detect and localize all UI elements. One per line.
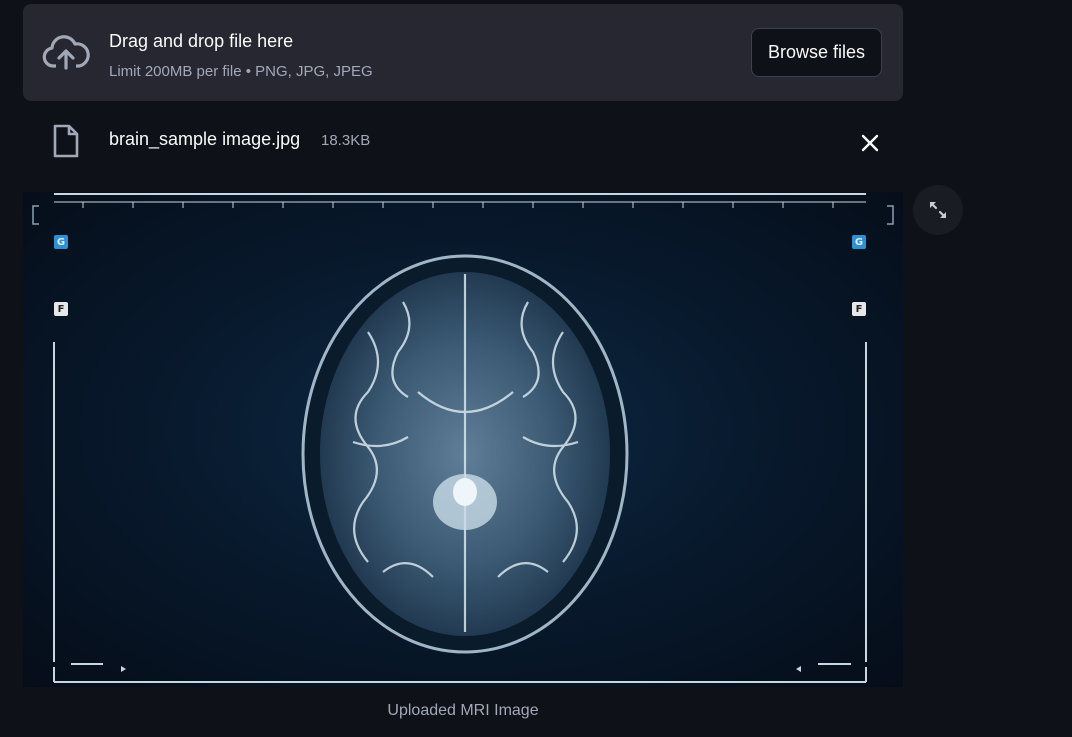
- mri-image: G G F F: [23, 192, 903, 687]
- dropzone-title: Drag and drop file here: [109, 31, 294, 51]
- browse-files-button[interactable]: Browse files: [751, 28, 882, 77]
- mri-scan-graphic: [32, 193, 894, 683]
- file-size: 18.3KB: [321, 132, 371, 149]
- overlay-tag-f-right: F: [852, 302, 866, 316]
- fullscreen-button[interactable]: [913, 185, 963, 235]
- dropzone-limit-text: Limit 200MB per file • PNG, JPG, JPEG: [109, 63, 373, 80]
- overlay-tag-f-left: F: [54, 302, 68, 316]
- fullscreen-icon: [929, 201, 947, 219]
- file-icon: [53, 124, 79, 158]
- cloud-upload-icon: [42, 35, 90, 70]
- file-dropzone[interactable]: Drag and drop file here Limit 200MB per …: [23, 4, 903, 101]
- image-caption: Uploaded MRI Image: [387, 702, 539, 719]
- overlay-tag-g-right: G: [852, 235, 866, 249]
- overlay-tag-g-left: G: [54, 235, 68, 249]
- uploaded-file-item: brain_sample image.jpg 18.3KB: [23, 118, 903, 166]
- close-icon[interactable]: [857, 130, 883, 156]
- file-name: brain_sample image.jpg: [109, 129, 301, 149]
